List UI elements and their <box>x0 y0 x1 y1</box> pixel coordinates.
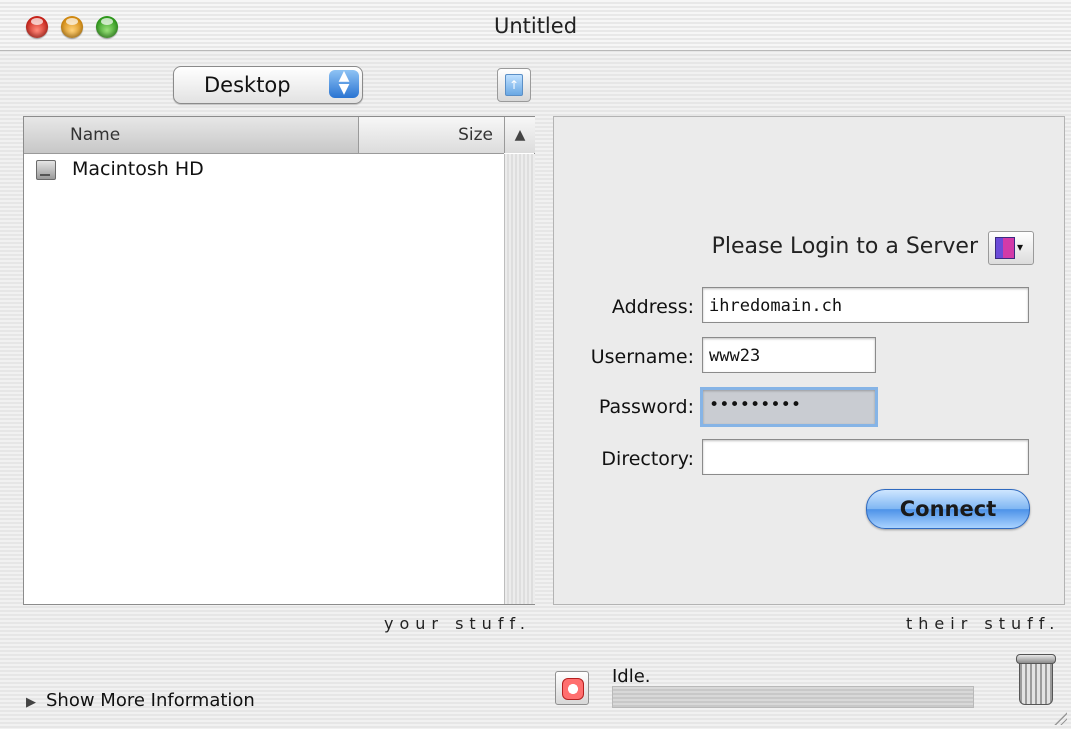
hard-drive-icon <box>36 160 56 180</box>
remote-caption: their stuff. <box>906 614 1061 633</box>
chevron-down-icon: ▾ <box>1017 240 1024 254</box>
location-popup[interactable]: Desktop ▲ ▼ <box>173 66 363 104</box>
password-label: Password: <box>598 396 694 418</box>
title-bar[interactable]: Untitled <box>0 0 1071 51</box>
show-more-disclosure[interactable]: ▶ Show More Information <box>26 690 255 711</box>
server-bookmarks-button[interactable]: ▾ <box>988 231 1034 265</box>
trash-icon[interactable] <box>1016 654 1056 705</box>
popup-arrows-icon: ▲ ▼ <box>329 69 359 98</box>
address-label: Address: <box>611 296 694 318</box>
go-up-button[interactable]: ↑ <box>497 68 531 102</box>
disclosure-triangle-icon: ▶ <box>26 695 36 710</box>
file-row[interactable]: Macintosh HD <box>24 155 504 185</box>
progress-bar <box>612 686 974 708</box>
local-file-browser: Name Size ▲ Macintosh HD <box>23 116 535 605</box>
books-icon <box>995 237 1015 259</box>
connect-button[interactable]: Connect <box>866 489 1030 529</box>
directory-field[interactable] <box>702 439 1029 475</box>
login-title: Please Login to a Server <box>711 234 978 259</box>
up-folder-icon: ↑ <box>505 74 523 96</box>
app-window: Untitled Desktop ▲ ▼ ↑ Name Size ▲ Macint… <box>0 0 1071 729</box>
stop-icon <box>562 678 584 700</box>
location-popup-label: Desktop <box>204 73 291 97</box>
column-size-header[interactable]: Size <box>359 125 493 145</box>
server-login-panel: Please Login to a Server ▾ Address: ihre… <box>553 116 1065 605</box>
username-field[interactable]: www23 <box>702 337 876 373</box>
sort-direction-icon[interactable]: ▲ <box>504 117 535 153</box>
file-name: Macintosh HD <box>72 158 204 180</box>
window-title: Untitled <box>493 14 578 38</box>
column-name-label: Name <box>70 125 121 145</box>
password-field[interactable]: ••••••••• <box>700 387 878 427</box>
address-field[interactable]: ihredomain.ch <box>702 287 1029 323</box>
stop-button[interactable] <box>555 671 589 705</box>
status-text: Idle. <box>612 666 651 687</box>
column-header: Name Size <box>24 117 504 154</box>
trash-can <box>1019 663 1053 705</box>
show-more-label: Show More Information <box>46 690 255 711</box>
vertical-scrollbar[interactable] <box>504 154 535 604</box>
directory-label: Directory: <box>601 448 694 470</box>
username-label: Username: <box>590 346 694 368</box>
local-caption: your stuff. <box>384 614 531 633</box>
column-name-header[interactable]: Name <box>24 117 359 153</box>
resize-grip-icon[interactable] <box>1053 711 1067 725</box>
